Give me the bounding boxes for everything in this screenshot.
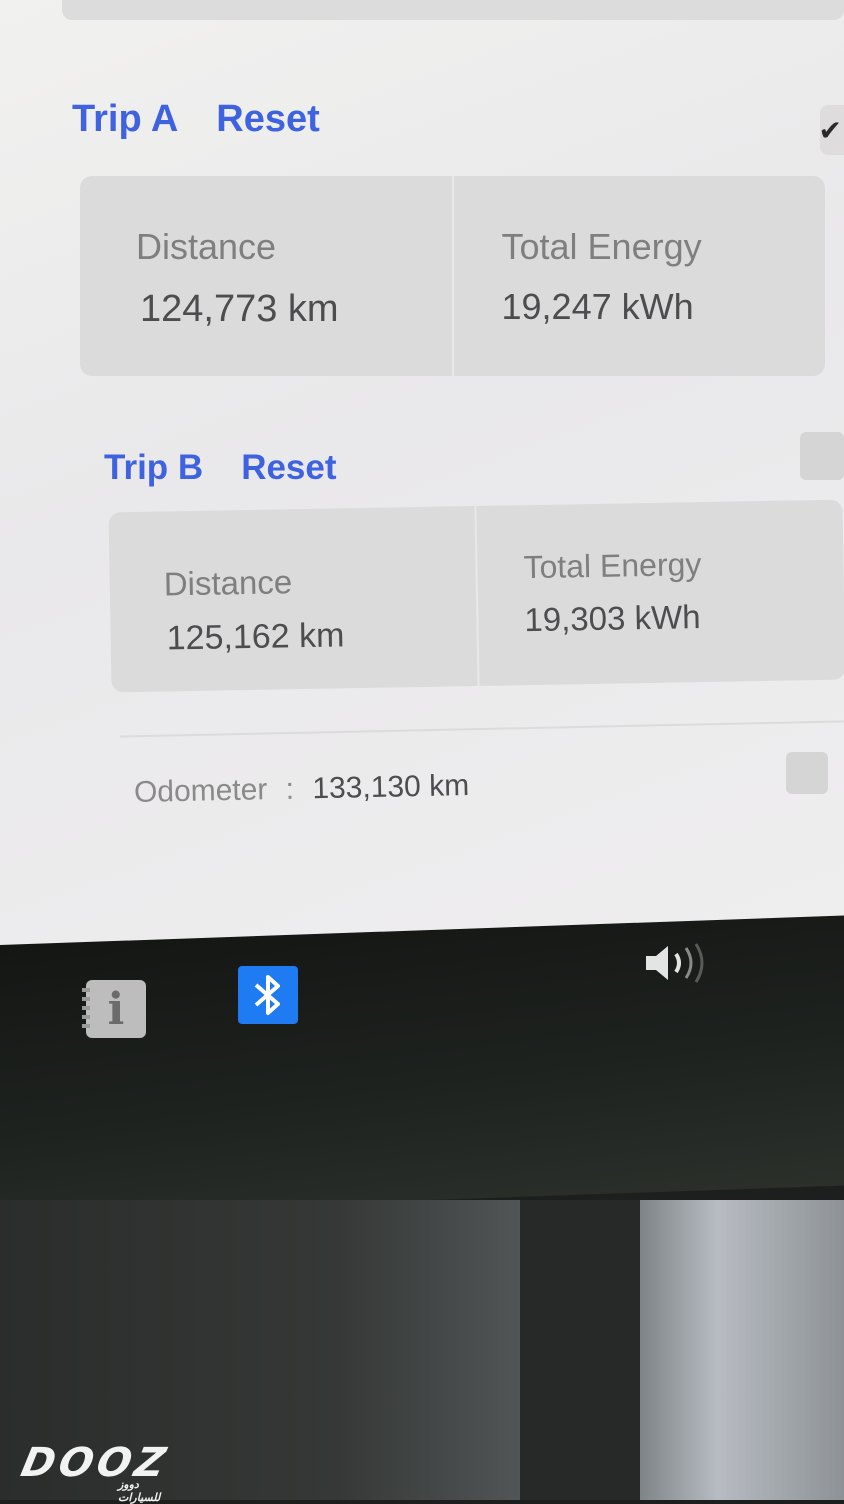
- watermark-subtitle: دووز للسيارات: [118, 1478, 161, 1504]
- trip-a-card: Distance 124,773 km Total Energy 19,247 …: [80, 176, 825, 376]
- distance-value: 125,162 km: [166, 616, 345, 658]
- info-icon[interactable]: i: [82, 980, 146, 1038]
- odometer-label: Odometer: [133, 773, 268, 809]
- odometer-value: 133,130 km: [312, 768, 470, 806]
- trip-b-title: Trip B: [104, 448, 204, 487]
- volume-icon[interactable]: [642, 938, 712, 988]
- odometer-row: Odometer : 133,130 km: [134, 769, 470, 810]
- bluetooth-glyph: [254, 975, 280, 1015]
- distance-value: 124,773 km: [140, 288, 339, 330]
- distance-label: Distance: [163, 563, 293, 603]
- trip-a-distance: Distance 124,773 km: [80, 176, 452, 376]
- trip-b-header: Trip B Reset: [104, 448, 337, 488]
- trip-a-header: Trip A Reset: [72, 98, 320, 141]
- trip-b-card: Distance 125,162 km Total Energy 19,303 …: [108, 499, 844, 693]
- energy-label: Total Energy: [523, 546, 702, 586]
- taskbar: [0, 915, 844, 1215]
- divider: [120, 720, 844, 738]
- trip-a-reset-button[interactable]: Reset: [216, 98, 320, 141]
- energy-value: 19,247 kWh: [501, 286, 694, 327]
- trip-b-energy: Total Energy 19,303 kWh: [474, 499, 844, 687]
- energy-value: 19,303 kWh: [524, 598, 701, 639]
- checkmark-icon: ✔: [818, 115, 842, 146]
- trip-a-energy: Total Energy 19,247 kWh: [451, 176, 826, 376]
- distance-label: Distance: [136, 226, 277, 267]
- info-icon-glyph: i: [107, 983, 125, 1035]
- energy-label: Total Energy: [501, 226, 702, 267]
- top-panel-edge: [62, 0, 844, 20]
- notebook-spiral: [82, 988, 90, 1030]
- trip-b-reset-button[interactable]: Reset: [241, 448, 336, 488]
- background-pillar: [520, 1200, 640, 1500]
- trip-a-title: Trip A: [72, 98, 179, 140]
- odometer-separator: :: [285, 772, 295, 806]
- odometer-checkbox[interactable]: [786, 752, 828, 794]
- volume-glyph: [646, 943, 704, 983]
- trip-b-checkbox[interactable]: [800, 432, 844, 480]
- trip-screen: Trip A Reset ✔ Distance 124,773 km Total…: [0, 0, 844, 945]
- watermark-logo: DOOZ دووز للسيارات: [17, 1440, 173, 1504]
- trip-b-distance: Distance 125,162 km: [108, 506, 477, 692]
- bluetooth-icon[interactable]: [238, 966, 298, 1024]
